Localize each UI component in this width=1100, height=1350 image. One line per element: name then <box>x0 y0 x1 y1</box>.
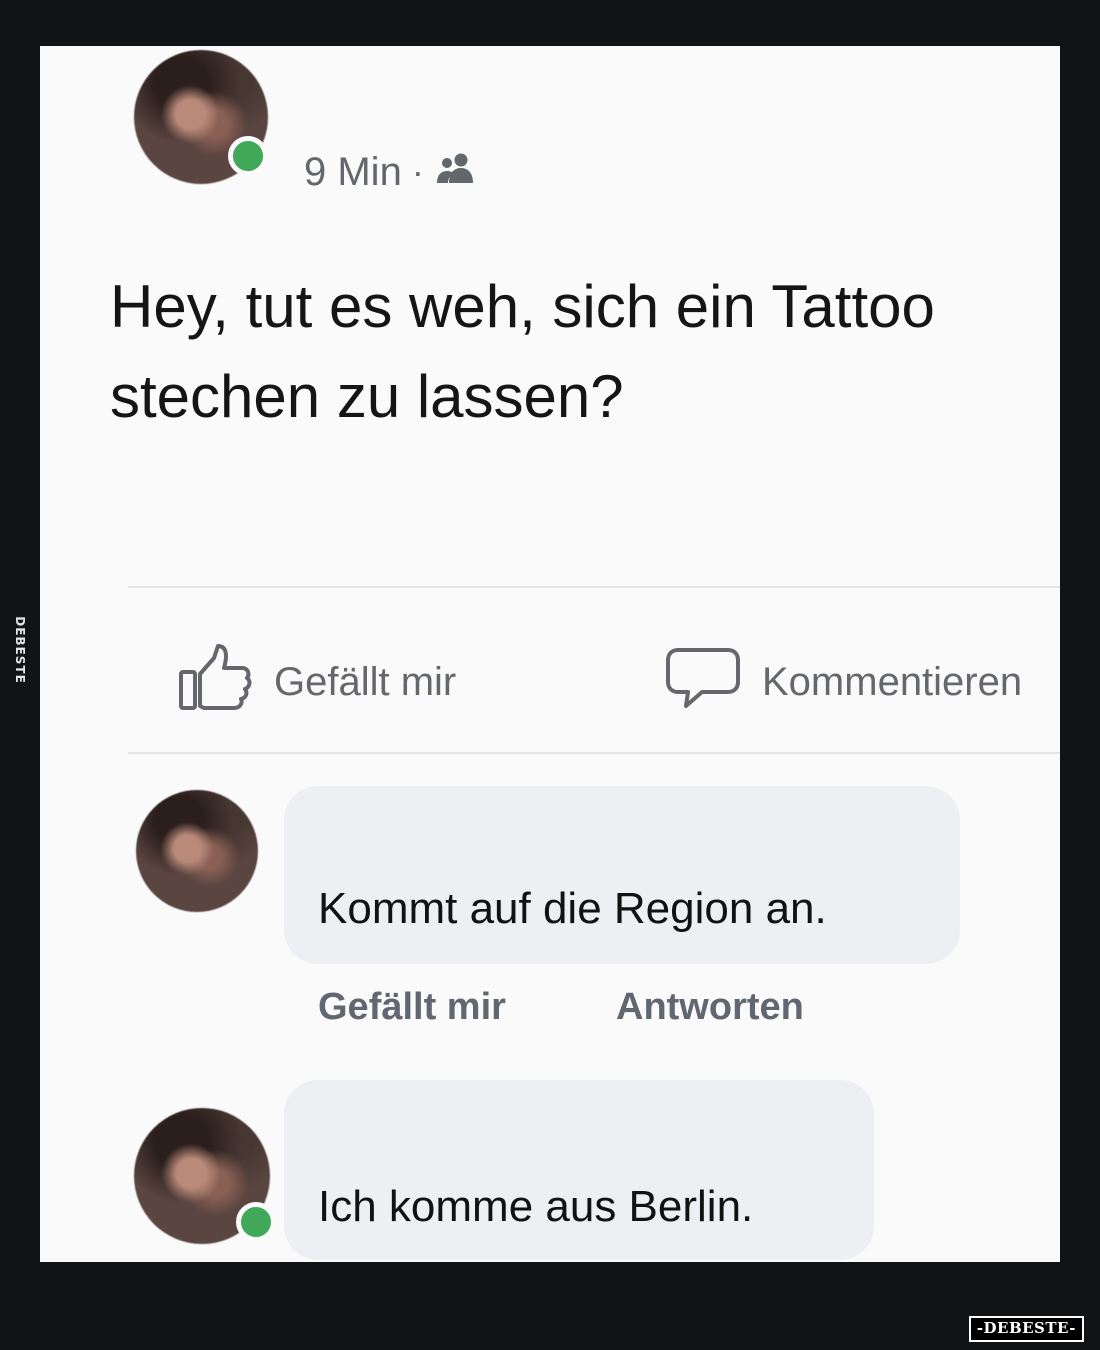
post-timestamp[interactable]: 9 Min <box>304 150 402 195</box>
comment-like-link[interactable]: Gefällt mir <box>318 986 506 1029</box>
comment-bubble <box>284 786 960 964</box>
commenter-avatar[interactable] <box>136 790 258 912</box>
thumbs-up-icon <box>178 642 252 722</box>
comment-label: Kommentieren <box>762 659 1023 704</box>
post-card: 9 Min · Hey, tut es weh, sich ein Tattoo… <box>40 46 1060 1262</box>
comment-text: Kommt auf die Region an. <box>318 884 827 933</box>
online-status-dot <box>228 136 268 176</box>
comment-button[interactable]: Kommentieren <box>666 642 1022 722</box>
reply-bubble <box>284 1080 874 1260</box>
like-label: Gefällt mir <box>274 659 457 704</box>
meta-separator: · <box>411 151 424 192</box>
watermark-badge: -DEBESTE- <box>968 1316 1084 1342</box>
post-text: Hey, tut es weh, sich ein Tattoo stechen… <box>110 273 935 430</box>
comment-reply-link[interactable]: Antworten <box>616 986 804 1029</box>
action-bar-top-divider <box>128 586 1060 588</box>
friends-icon[interactable] <box>434 150 478 195</box>
online-status-dot <box>236 1202 276 1242</box>
comment-bubble-icon <box>666 642 740 722</box>
side-watermark: DEBESTE <box>13 616 27 684</box>
like-button[interactable]: Gefällt mir <box>178 642 456 722</box>
post-meta: 9 Min · <box>304 146 478 198</box>
action-bar-bottom-divider <box>128 752 1060 754</box>
reply-text: Ich komme aus Berlin. <box>318 1182 754 1231</box>
